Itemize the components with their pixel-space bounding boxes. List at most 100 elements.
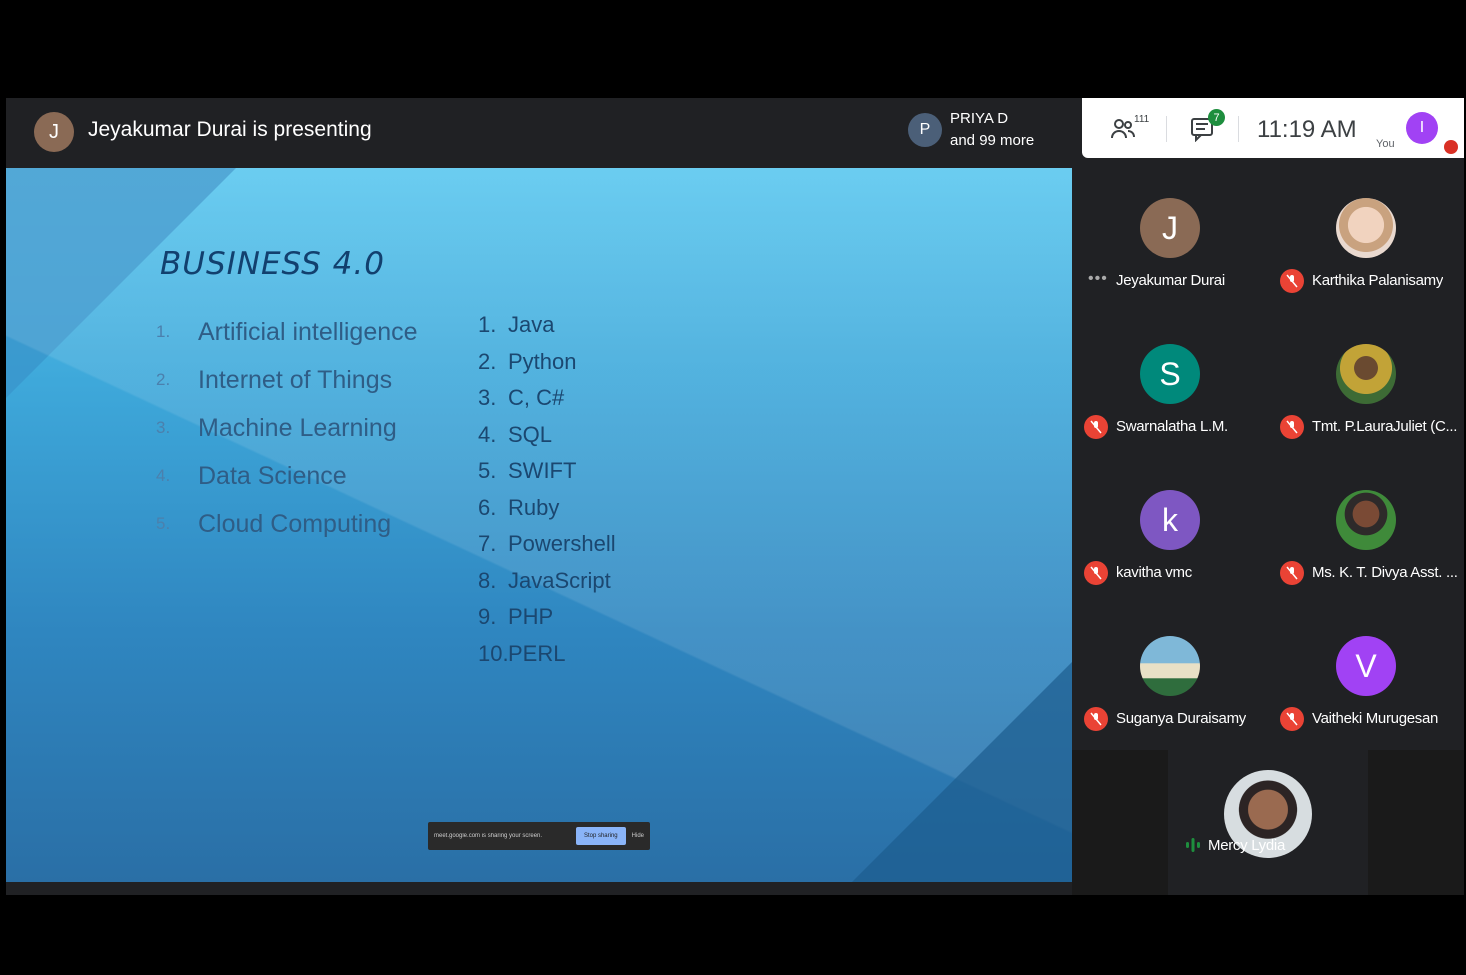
list-item: 8. JavaScript [478, 563, 616, 600]
item-number: 2. [478, 348, 497, 374]
people-count: 111 [1134, 114, 1150, 125]
meeting-controls: 111 7 11:19 AM You I [1082, 98, 1464, 158]
divider [1238, 116, 1239, 142]
item-label: Ruby [508, 494, 560, 520]
list-item: 1. Java [478, 307, 616, 344]
list-item: 5. Cloud Computing [156, 500, 418, 548]
avatar-photo [1336, 198, 1396, 258]
meeting-clock: 11:19 AM [1257, 116, 1357, 143]
participant-tile[interactable]: S Swarnalatha L.M. [1072, 314, 1268, 460]
item-number: 1. [156, 322, 171, 341]
item-number: 8. [478, 567, 497, 593]
mic-muted-icon [1280, 415, 1304, 439]
avatar: k [1140, 490, 1200, 550]
hide-button[interactable]: Hide [632, 833, 644, 839]
list-item: 2. Python [478, 344, 616, 381]
participant-name: Swarnalatha L.M. [1116, 418, 1228, 435]
avatar-photo [1140, 636, 1200, 696]
item-label: JavaScript [508, 567, 611, 593]
viewer-summary[interactable]: PRIYA D and 99 more [950, 108, 1034, 152]
list-item: 9. PHP [478, 599, 616, 636]
slide-decoration [852, 662, 1072, 882]
list-item: 4. Data Science [156, 452, 418, 500]
viewer-avatar[interactable]: P [908, 113, 942, 147]
item-label: Powershell [508, 531, 616, 557]
participant-tile[interactable]: Karthika Palanisamy [1268, 168, 1464, 314]
item-label: Machine Learning [198, 413, 397, 442]
participant-name: Karthika Palanisamy [1312, 272, 1444, 289]
item-label: SQL [508, 421, 553, 447]
item-number: 2. [156, 370, 171, 389]
self-label: You [1376, 138, 1395, 150]
avatar: J [1140, 198, 1200, 258]
avatar: S [1140, 344, 1200, 404]
viewer-name: PRIYA D [950, 110, 1009, 127]
participant-tile[interactable]: Tmt. P.LauraJuliet (C... [1268, 314, 1464, 460]
list-item: 4. SQL [478, 417, 616, 454]
participant-name: Tmt. P.LauraJuliet (C... [1312, 418, 1458, 435]
list-item: 3. C, C# [478, 380, 616, 417]
item-label: Cloud Computing [198, 509, 392, 538]
divider [1166, 116, 1167, 142]
avatar-photo [1336, 490, 1396, 550]
participant-name: kavitha vmc [1116, 564, 1192, 581]
item-number: 4. [478, 421, 497, 447]
item-number: 4. [156, 466, 171, 485]
presenting-label: Jeyakumar Durai is presenting [88, 118, 372, 141]
share-message: meet.google.com is sharing your screen. [434, 833, 543, 839]
participant-name: Vaitheki Murugesan [1312, 710, 1439, 727]
item-number: 3. [478, 385, 497, 411]
mic-muted-icon [1084, 561, 1108, 585]
active-speaker-tile[interactable]: Mercy Lydia [1172, 750, 1368, 895]
list-item: 6. Ruby [478, 490, 616, 527]
item-label: Java [508, 312, 555, 338]
item-label: SWIFT [508, 458, 577, 484]
item-number: 1. [478, 312, 497, 338]
participant-name: Suganya Duraisamy [1116, 710, 1246, 727]
participant-tile[interactable]: k kavitha vmc [1072, 460, 1268, 606]
participant-grid: J ••• Jeyakumar Durai Karthika Palanisam… [1072, 168, 1464, 895]
item-label: Python [508, 348, 577, 374]
chat-badge: 7 [1208, 109, 1225, 126]
participant-tile[interactable]: J ••• Jeyakumar Durai [1072, 168, 1268, 314]
item-label: PHP [508, 604, 554, 630]
item-label: PERL [508, 640, 566, 666]
list-item: 7. Powershell [478, 526, 616, 563]
language-list: 1. Java 2. Python 3. C, C# 4. SQL 5. SWIFT 6.… [478, 307, 616, 672]
item-label: Data Science [198, 461, 347, 490]
list-item: 10. PERL [478, 636, 616, 673]
tile-filler [1368, 750, 1464, 895]
topic-list: 1. Artificial intelligence 2. Internet of … [156, 308, 418, 548]
stop-sharing-button[interactable]: Stop sharing [575, 827, 626, 845]
item-number: 3. [156, 418, 171, 437]
item-number: 5. [156, 514, 171, 533]
people-icon[interactable] [1110, 116, 1136, 142]
presentation-slide: BUSINESS 4.0 1. Artificial intelligence 2… [6, 168, 1072, 882]
item-number: 10. [478, 640, 509, 666]
viewer-more: and 99 more [950, 132, 1035, 149]
participant-name: Mercy Lydia [1208, 837, 1286, 854]
presenter-avatar: J [34, 112, 74, 152]
self-avatar[interactable]: I [1406, 112, 1438, 144]
item-number: 9. [478, 604, 497, 630]
list-item: 5. SWIFT [478, 453, 616, 490]
participant-tile[interactable]: V Vaitheki Murugesan [1268, 606, 1464, 752]
self-muted-icon [1444, 140, 1458, 154]
screen-share-bar: meet.google.com is sharing your screen. … [428, 822, 650, 850]
list-item: 2. Internet of Things [156, 356, 418, 404]
participant-name: Ms. K. T. Divya Asst. ... [1312, 564, 1458, 581]
mic-muted-icon [1280, 707, 1304, 731]
participant-tile[interactable]: Ms. K. T. Divya Asst. ... [1268, 460, 1464, 606]
item-label: Internet of Things [198, 365, 393, 394]
item-number: 7. [478, 531, 497, 557]
more-options-icon[interactable]: ••• [1088, 270, 1108, 288]
list-item: 3. Machine Learning [156, 404, 418, 452]
mic-muted-icon [1084, 415, 1108, 439]
speaking-icon [1186, 838, 1200, 852]
mic-muted-icon [1280, 561, 1304, 585]
item-number: 6. [478, 494, 497, 520]
participant-name: Jeyakumar Durai [1116, 272, 1225, 289]
participant-tile[interactable]: Suganya Duraisamy [1072, 606, 1268, 752]
item-label: Artificial intelligence [198, 317, 418, 346]
avatar: V [1336, 636, 1396, 696]
